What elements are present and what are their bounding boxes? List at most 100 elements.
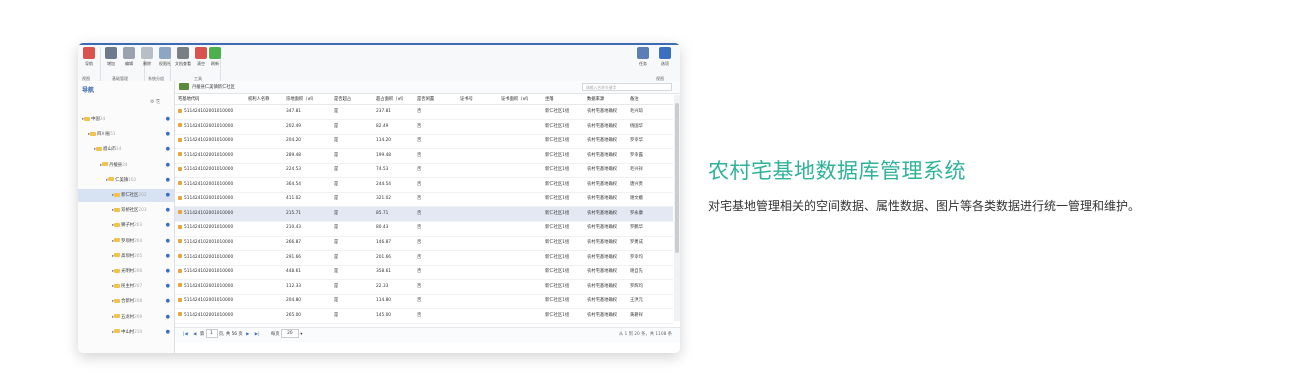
chevron-down-icon[interactable]: ▾ xyxy=(300,332,302,337)
tree-node[interactable]: ▸ 民主村207 ● xyxy=(78,280,174,293)
visibility-eye-icon[interactable]: ● xyxy=(166,204,170,217)
table-cell: 511424102001010000 xyxy=(178,265,233,279)
tab-location[interactable]: 丹棱县仁美镇新仁社区 xyxy=(192,84,235,90)
table-cell: 511424102001010000 xyxy=(178,280,233,294)
table-cell: 是 xyxy=(334,225,339,231)
visibility-eye-icon[interactable]: ● xyxy=(166,113,170,126)
ribbon-button[interactable]: 选项 xyxy=(656,47,674,71)
vertical-scrollbar[interactable] xyxy=(674,95,680,321)
tree-node[interactable]: ▸ 双桥社区203 ● xyxy=(78,204,174,217)
visibility-eye-icon[interactable]: ● xyxy=(166,219,170,232)
visibility-eye-icon[interactable]: ● xyxy=(166,189,170,202)
table-row[interactable]: 511424102001010000 202.49 是 82.49 否 新仁社区1组 农村宅… xyxy=(175,120,673,135)
column-header[interactable]: 数据来源 xyxy=(587,96,604,102)
tree-node-count: 14 xyxy=(116,147,122,153)
tree-node[interactable]: ▸ 眉山市14 ● xyxy=(78,143,174,156)
column-header[interactable]: 备注 xyxy=(630,96,639,102)
tree-node[interactable]: ▸ 丹棱县24 ● xyxy=(78,159,174,172)
column-header[interactable]: 证书面积（㎡） xyxy=(501,96,531,102)
tree-node-count: 209 xyxy=(134,314,143,320)
tree-node[interactable]: ▸ 四川省51 ● xyxy=(78,128,174,141)
table-row[interactable]: 511424102001010000 347.81 是 237.81 否 新仁社区1组 农村… xyxy=(175,105,673,121)
visibility-eye-icon[interactable]: ● xyxy=(166,250,170,263)
search-input[interactable]: 请输入名称关键字 xyxy=(582,83,672,91)
visibility-eye-icon[interactable]: ● xyxy=(166,143,170,156)
ribbon-button[interactable]: 文档查看 xyxy=(174,47,192,71)
prev-page-icon[interactable]: ◀ xyxy=(193,328,196,342)
table-row[interactable]: 511424102001010000 265.00 是 145.00 否 新仁社区1组 农村… xyxy=(175,309,673,324)
table-row[interactable]: 511424102001010000 215.71 是 85.71 否 新仁社区1组 农村宅… xyxy=(175,206,673,223)
table-row[interactable]: 511424102001010000 364.54 是 244.54 否 新仁社区1组 农村… xyxy=(175,178,673,193)
table-cell: 罗幸华 xyxy=(630,138,643,144)
visibility-eye-icon[interactable]: ● xyxy=(166,159,170,172)
page-size-label: 每页 xyxy=(270,332,280,337)
column-header[interactable]: 是否闲置 xyxy=(417,96,434,102)
ribbon-button-icon xyxy=(123,47,135,59)
ribbon-button[interactable]: 增加 xyxy=(102,47,120,71)
last-page-icon[interactable]: ▶| xyxy=(255,328,260,342)
tree-node[interactable]: ▸ 中国34 ● xyxy=(78,113,174,126)
ribbon-button[interactable]: 删除 xyxy=(138,47,156,71)
visibility-eye-icon[interactable]: ● xyxy=(166,235,170,248)
first-page-icon[interactable]: |◀ xyxy=(183,328,188,342)
table-row[interactable]: 511424102001010000 448.61 是 358.61 否 新仁社区1组 农村… xyxy=(175,265,673,281)
tree-node[interactable]: ▸ 仁美镇102 ● xyxy=(78,174,174,187)
visibility-eye-icon[interactable]: ● xyxy=(166,311,170,324)
parcel-icon xyxy=(178,283,182,288)
tree-node[interactable]: ▸ 合新村208 ● xyxy=(78,295,174,308)
column-header[interactable]: 权利人名称 xyxy=(248,96,269,102)
table-cell: 罗幸均 xyxy=(630,254,643,260)
column-header[interactable]: 证书号 xyxy=(460,96,473,102)
tree-node[interactable]: ▸ 狮子村203 ● xyxy=(78,219,174,232)
visibility-eye-icon[interactable]: ● xyxy=(166,174,170,187)
table-row[interactable]: 511424102001010000 112.33 是 22.33 否 新仁社区1组 农村宅… xyxy=(175,280,673,295)
visibility-eye-icon[interactable]: ● xyxy=(166,265,170,278)
page-input[interactable]: 1 xyxy=(205,329,218,338)
table-cell-text: 511424102001010000 xyxy=(184,109,234,114)
next-page-icon[interactable]: ▶ xyxy=(246,328,249,342)
tree-node[interactable]: ▸ 新仁社区202 ● xyxy=(78,189,174,202)
table-cell: 罗幸露 xyxy=(630,152,643,158)
tree-node[interactable]: ▸ 光明村206 ● xyxy=(78,265,174,278)
scroll-thumb[interactable] xyxy=(675,103,679,253)
column-header[interactable]: 宗地面积（㎡） xyxy=(286,96,316,102)
tree-node[interactable]: ▸ 高坝村205 ● xyxy=(78,250,174,263)
table-row[interactable]: 511424102001010000 289.48 是 199.48 否 新仁社区1组 农村… xyxy=(175,149,673,164)
table-row[interactable]: 511424102001010000 224.53 是 74.53 否 新仁社区1组 农村宅… xyxy=(175,163,673,179)
tree-node-label: 双桥社区 xyxy=(121,208,139,214)
table-cell: 唐兴贵 xyxy=(630,181,643,187)
ribbon-button[interactable]: 权限社 xyxy=(156,47,174,71)
table-cell: 85.71 xyxy=(376,210,389,216)
table-row[interactable]: 511424102001010000 411.02 是 321.02 否 新仁社区1组 农村… xyxy=(175,192,673,208)
visibility-eye-icon[interactable]: ● xyxy=(166,326,170,339)
table-row[interactable]: 511424102001010000 204.80 是 114.80 否 新仁社区1组 农村… xyxy=(175,294,673,310)
ribbon-button[interactable]: 编辑 xyxy=(120,47,138,71)
tree-node[interactable]: ▸ 中山村210 ● xyxy=(78,326,174,339)
ribbon-button[interactable]: 任务 xyxy=(634,47,652,71)
column-header[interactable]: 超占面积（㎡） xyxy=(376,96,406,102)
tree-node[interactable]: ▸ 五龙村209 ● xyxy=(78,311,174,324)
table-cell: 204.80 xyxy=(286,298,302,304)
visibility-eye-icon[interactable]: ● xyxy=(166,295,170,308)
table-row[interactable]: 511424102001010000 291.66 是 201.66 否 新仁社区1组 农村… xyxy=(175,251,673,266)
ribbon-button[interactable]: 刷新 xyxy=(206,47,224,71)
ribbon-button-icon xyxy=(659,47,671,59)
visibility-eye-icon[interactable]: ● xyxy=(166,128,170,141)
table-cell: 否 xyxy=(417,254,422,260)
column-header[interactable]: 宅基地代码 xyxy=(178,96,199,102)
ribbon-button[interactable]: 导航 xyxy=(80,47,98,71)
column-header[interactable]: 是否超占 xyxy=(334,96,351,102)
table-row[interactable]: 511424102001010000 266.87 是 146.87 否 新仁社区1组 农村… xyxy=(175,236,673,252)
table-row[interactable]: 511424102001010000 210.43 是 80.43 否 新仁社区1组 农村宅… xyxy=(175,221,673,237)
table-cell: 新仁社区1组 xyxy=(545,283,570,289)
table-cell: 毛兴祥 xyxy=(630,167,643,173)
tree-node-label: 仁美镇 xyxy=(115,177,129,183)
tree-node[interactable]: ▸ 罗坝村204 ● xyxy=(78,235,174,248)
visibility-eye-icon[interactable]: ● xyxy=(166,280,170,293)
table-cell: 是 xyxy=(334,167,339,173)
column-header[interactable]: 坐落 xyxy=(545,96,554,102)
table-cell: 511424102001010000 xyxy=(178,192,233,206)
nav-tools-icon[interactable]: ⚙ ⎘ xyxy=(150,99,160,105)
table-row[interactable]: 511424102001010000 204.20 是 114.20 否 新仁社区1组 农村… xyxy=(175,134,673,150)
page-size-select[interactable]: 20 xyxy=(280,329,299,338)
